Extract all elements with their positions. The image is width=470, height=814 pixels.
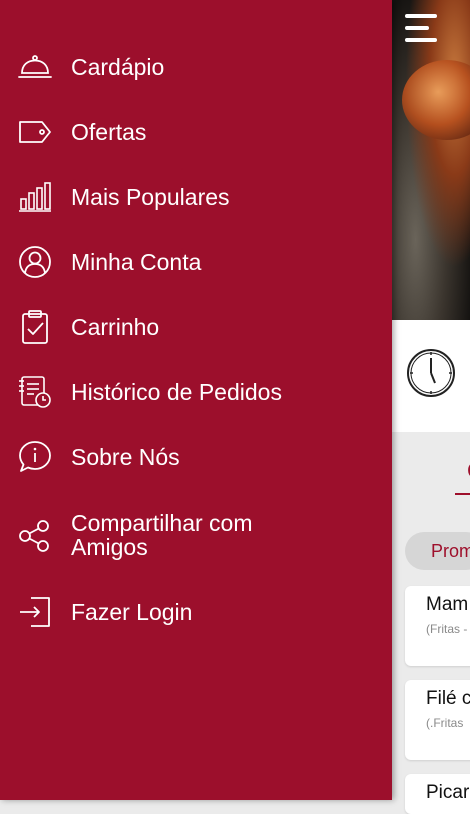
menu-item-fazer-login[interactable]: Fazer Login — [0, 580, 392, 645]
tag-icon — [19, 121, 51, 143]
menu-item-minha-conta[interactable]: Minha Conta — [0, 230, 392, 295]
order-history-icon — [19, 376, 51, 408]
bar-chart-icon — [19, 182, 51, 212]
menu-item-label: Carrinho — [71, 314, 160, 340]
menu-item-sobre-nos[interactable]: Sobre Nós — [0, 425, 392, 490]
menu-card[interactable]: Filé c (.Fritas — [405, 680, 470, 760]
navigation-drawer: Cardápio Ofertas Mais Populares Minha Co… — [0, 0, 392, 800]
menu-item-label: Sobre Nós — [71, 444, 180, 470]
menu-card-name: Picar — [426, 782, 470, 803]
clock-icon — [407, 349, 455, 397]
menu-item-carrinho[interactable]: Carrinho — [0, 295, 392, 360]
menu-item-label: Ofertas — [71, 119, 147, 145]
hero-food-image — [392, 0, 470, 320]
menu-item-label-line2: Amigos — [71, 534, 148, 560]
hamburger-line — [405, 38, 437, 42]
menu-item-cardapio[interactable]: Cardápio — [0, 35, 392, 100]
category-tabs — [392, 432, 470, 524]
menu-item-label: Mais Populares — [71, 184, 230, 210]
hero-food-highlight — [402, 60, 470, 140]
menu-item-label: Compartilhar com — [71, 510, 253, 536]
login-icon — [20, 597, 50, 627]
info-bubble-icon — [19, 441, 51, 472]
menu-item-label: Minha Conta — [71, 249, 202, 275]
menu-card[interactable]: Picar — [405, 774, 470, 814]
promo-filter-chip[interactable]: Prom — [405, 532, 470, 570]
menu-item-label: Cardápio — [71, 54, 165, 80]
menu-item-label: Fazer Login — [71, 599, 193, 625]
menu-item-ofertas[interactable]: Ofertas — [0, 100, 392, 165]
hamburger-line — [405, 26, 429, 30]
menu-card-desc: (Fritas - — [426, 622, 468, 636]
menu-card[interactable]: Mam (Fritas - — [405, 586, 470, 666]
menu-card-desc: (.Fritas — [426, 716, 464, 730]
menu-item-mais-populares[interactable]: Mais Populares — [0, 165, 392, 230]
menu-card-name: Filé c — [426, 688, 470, 709]
user-icon — [19, 246, 51, 278]
share-icon — [19, 520, 49, 552]
menu-item-label: Histórico de Pedidos — [71, 379, 282, 405]
restaurant-info-strip — [392, 320, 470, 433]
menu-toggle-button[interactable] — [405, 14, 439, 42]
menu-item-historico-pedidos[interactable]: Histórico de Pedidos — [0, 360, 392, 425]
hamburger-line — [405, 14, 437, 18]
clipboard-check-icon — [22, 310, 48, 344]
menu-card-name: Mam — [426, 594, 469, 615]
tab-active-indicator — [455, 493, 470, 495]
menu-item-compartilhar[interactable]: Compartilhar com Amigos — [0, 500, 392, 580]
cloche-icon — [18, 55, 52, 78]
